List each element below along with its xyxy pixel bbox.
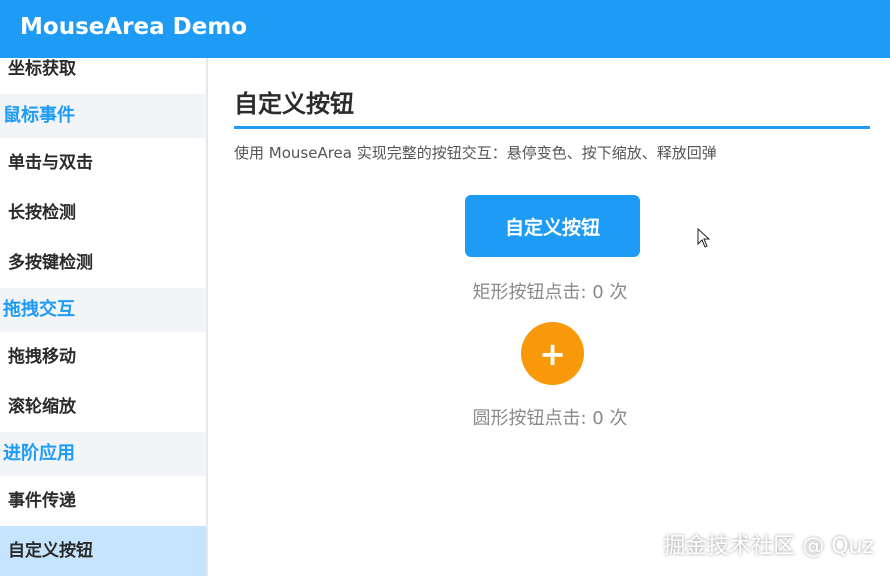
page-title: 自定义按钮 [234, 90, 354, 118]
title-divider [234, 126, 870, 129]
watermark: 掘金技术社区 @ Quz [663, 534, 874, 559]
rect-click-count: 矩形按钮点击: 0 次 [472, 282, 628, 303]
sidebar-group-mouse-events: 鼠标事件 [0, 94, 206, 138]
sidebar-item-click-double-click[interactable]: 单击与双击 [0, 138, 206, 188]
sidebar: 坐标获取 鼠标事件 单击与双击 长按检测 多按键检测 拖拽交互 拖拽移动 滚轮缩… [0, 58, 208, 576]
custom-rect-button[interactable]: 自定义按钮 [465, 195, 640, 257]
sidebar-item-multi-button[interactable]: 多按键检测 [0, 238, 206, 288]
main-content: 自定义按钮 使用 MouseArea 实现完整的按钮交互：悬停变色、按下缩放、释… [210, 58, 890, 576]
sidebar-item-coordinates[interactable]: 坐标获取 [0, 58, 206, 94]
sidebar-item-event-propagation[interactable]: 事件传递 [0, 476, 206, 526]
sidebar-item-long-press[interactable]: 长按检测 [0, 188, 206, 238]
custom-circle-button[interactable]: + [521, 322, 584, 385]
sidebar-item-drag-move[interactable]: 拖拽移动 [0, 332, 206, 382]
app-window: MouseArea Demo 坐标获取 鼠标事件 单击与双击 长按检测 多按键检… [0, 0, 890, 576]
sidebar-group-advanced: 进阶应用 [0, 432, 206, 476]
sidebar-group-drag: 拖拽交互 [0, 288, 206, 332]
sidebar-item-custom-button[interactable]: 自定义按钮 [0, 526, 206, 576]
circle-click-count: 圆形按钮点击: 0 次 [472, 408, 628, 429]
window-title: MouseArea Demo [0, 0, 890, 58]
sidebar-item-wheel-zoom[interactable]: 滚轮缩放 [0, 382, 206, 432]
mouse-cursor-icon [697, 228, 711, 248]
page-description: 使用 MouseArea 实现完整的按钮交互：悬停变色、按下缩放、释放回弹 [234, 144, 717, 162]
